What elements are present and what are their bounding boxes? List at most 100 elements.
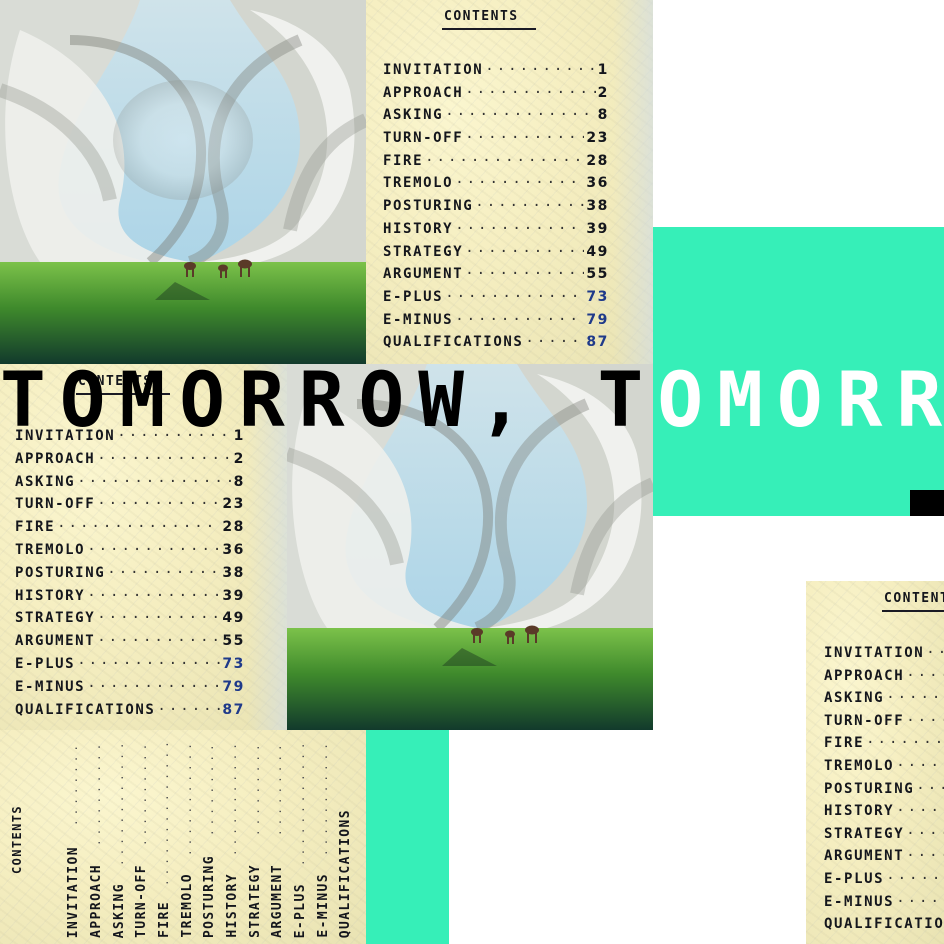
contents-entry: ASKING··································… xyxy=(15,474,245,497)
contents-list: INVITATION······························… xyxy=(15,428,245,724)
leader-dots: ········································… xyxy=(896,803,944,820)
leader-dots: ········································… xyxy=(906,712,944,729)
leader-dots: ········································… xyxy=(906,825,944,842)
contents-entry: HISTORY·································… xyxy=(383,221,609,244)
leader-dots: ··········· xyxy=(229,739,242,856)
leader-dots: ········································… xyxy=(157,701,220,718)
leader-dots: ········································… xyxy=(455,175,584,192)
entry-page: 55 xyxy=(586,266,609,283)
entry-label: STRATEGY xyxy=(15,610,96,627)
entry-label: E-PLUS xyxy=(15,655,76,672)
entry-page: 8 xyxy=(597,107,609,124)
entry-page: 73 xyxy=(222,655,245,672)
entry-label: TREMOLO xyxy=(180,873,195,938)
contents-entry: POSTURING·······························… xyxy=(15,565,245,588)
entry-label: TURN-OFF xyxy=(15,496,96,513)
entry-page: 49 xyxy=(586,243,609,260)
contents-entry: APPROACH································… xyxy=(383,85,609,108)
entry-page: 28 xyxy=(222,519,245,536)
contents-entry: ARGUMENT································… xyxy=(824,848,944,871)
leader-dots: ·········· xyxy=(139,739,152,846)
leader-dots: ········································… xyxy=(886,870,944,887)
contents-list: INVITATION······························… xyxy=(824,645,944,939)
entry-page: 28 xyxy=(586,152,609,169)
entry-label: TURN-OFF xyxy=(134,864,149,938)
leader-dots: ········································… xyxy=(57,519,220,536)
contents-page-bottom-right: CONTENTS INVITATION·····················… xyxy=(806,581,944,944)
entry-label: TREMOLO xyxy=(824,757,895,774)
contents-entry: TREMOLO·································… xyxy=(15,542,245,565)
entry-label: APPROACH xyxy=(824,667,905,684)
entry-label: STRATEGY xyxy=(248,864,263,938)
contents-title-underline xyxy=(882,610,944,612)
entry-label: E-PLUS xyxy=(293,882,308,938)
leader-dots: ········· xyxy=(274,740,287,836)
contents-entry: TURN-OFF································… xyxy=(15,496,245,519)
entry-page: 1 xyxy=(597,62,609,78)
mint-block-bottom xyxy=(366,730,449,944)
entry-label: ASKING xyxy=(824,690,885,707)
contents-entry: APPROACH································… xyxy=(824,668,944,691)
entry-label: POSTURING xyxy=(824,780,915,797)
leader-dots: ········································… xyxy=(77,655,220,672)
contents-entry: STRATEGY································… xyxy=(824,826,944,849)
leader-dots: ········································… xyxy=(445,288,584,305)
leader-dots: ········································… xyxy=(87,541,220,558)
contents-entry: E-PLUS··································… xyxy=(383,289,609,312)
contents-entry: INVITATION······························… xyxy=(383,62,609,85)
leader-dots: ·············· xyxy=(161,737,174,886)
entry-label: FIRE xyxy=(824,735,865,752)
leader-dots: ········································… xyxy=(97,496,220,513)
leader-dots: ········································… xyxy=(906,667,944,684)
headline-white-text: OMORR xyxy=(657,355,944,444)
entry-label: ASKING xyxy=(383,107,444,124)
entry-label: ARGUMENT xyxy=(15,633,96,650)
entry-label: TREMOLO xyxy=(383,175,454,192)
leader-dots: ········································… xyxy=(926,645,944,661)
leader-dots: ········································… xyxy=(77,473,231,490)
entry-label: QUALIFICATIONS xyxy=(15,701,156,718)
leader-dots: ········································… xyxy=(97,610,220,627)
contents-entry: E-MINUS·································… xyxy=(15,679,245,702)
leader-dots: ········································… xyxy=(465,243,584,260)
entry-page: 36 xyxy=(222,541,245,558)
leader-dots: ········································… xyxy=(87,678,220,695)
entry-label: ARGUMENT xyxy=(270,864,285,938)
contents-entry: ASKING··································… xyxy=(824,690,944,713)
entry-page: 39 xyxy=(222,587,245,604)
entry-label: HISTORY xyxy=(15,587,86,604)
entry-page: 23 xyxy=(222,496,245,513)
contents-entry: HISTORY·································… xyxy=(15,588,245,611)
entry-label: E-PLUS xyxy=(824,870,885,887)
contents-entry: POSTURING·······························… xyxy=(824,781,944,804)
entry-page: 87 xyxy=(586,334,609,351)
leader-dots: ········································… xyxy=(97,633,220,650)
contents-entry: TURN-OFF································… xyxy=(383,130,609,153)
contents-title-underline xyxy=(442,28,536,30)
contents-entry: STRATEGY································… xyxy=(383,244,609,267)
leader-dots: ········································… xyxy=(465,84,595,101)
entry-label: APPROACH xyxy=(383,84,464,101)
leader-dots: ········································… xyxy=(87,587,220,604)
contents-entry: TURN-OFF································… xyxy=(824,713,944,736)
entry-label: APPROACH xyxy=(89,864,104,938)
entry-label: POSTURING xyxy=(202,854,217,938)
entry-page: 73 xyxy=(586,288,609,305)
contents-entry: FIRE····································… xyxy=(15,519,245,542)
entry-label: FIRE xyxy=(15,519,56,536)
entry-label: FIRE xyxy=(383,152,424,169)
entry-label: TREMOLO xyxy=(15,541,86,558)
leader-dots: ········································… xyxy=(866,735,944,752)
contents-entry: QUALIFICATIONS··························… xyxy=(383,334,609,357)
entry-page: 38 xyxy=(586,198,609,215)
contents-entry: E-PLUS··································… xyxy=(15,656,245,679)
storm-painting-image xyxy=(0,0,366,364)
entry-label: QUALIFICATIONS xyxy=(824,916,944,933)
leader-dots: ·········· xyxy=(93,739,106,846)
leader-dots: ········································… xyxy=(425,152,585,169)
entry-label: ARGUMENT xyxy=(824,848,905,865)
painting-storm-horses-top xyxy=(0,0,366,364)
contents-entry: E-MINUS·································… xyxy=(383,312,609,335)
leader-dots: ············ xyxy=(297,738,310,866)
entry-page: 79 xyxy=(222,678,245,695)
